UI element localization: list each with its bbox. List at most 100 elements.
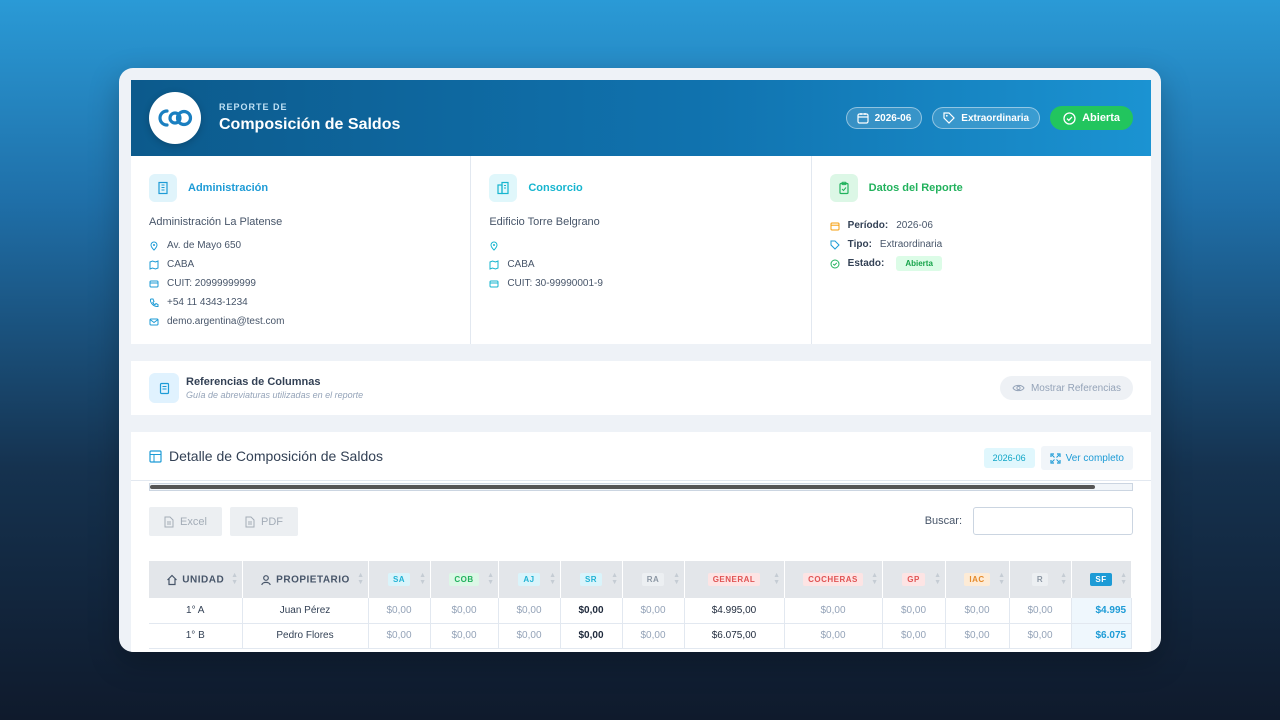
table-cell: 1° A: [149, 598, 243, 624]
excel-label: Excel: [180, 515, 207, 528]
table-cell: $0,00: [622, 598, 685, 624]
column-tag: SR: [579, 573, 603, 586]
column-header-propietario[interactable]: PROPIETARIO ▲ ▼: [242, 561, 369, 598]
scrollbar-thumb[interactable]: [150, 485, 1095, 489]
period-badge-label: 2026-06: [874, 112, 912, 124]
references-subtitle: Guía de abreviaturas utilizadas en el re…: [186, 390, 364, 400]
column-header-sa[interactable]: SA ▲ ▼: [368, 561, 431, 598]
admin-address: Av. de Mayo 650: [167, 240, 242, 251]
column-header-cob[interactable]: COB ▲ ▼: [430, 561, 499, 598]
column-header-cocheras[interactable]: COCHERAS ▲ ▼: [784, 561, 883, 598]
table-cell: $4.995,00: [684, 598, 785, 624]
table-row[interactable]: 1° A Juan Pérez $0,00 $0,00 $0,00 $0,00 $0,00 $…: [149, 598, 1132, 624]
table-cell: $0,00: [784, 623, 883, 649]
report-data-title: Datos del Reporte: [868, 182, 963, 194]
phone-icon: [149, 298, 159, 307]
table-cell: $0,00: [945, 623, 1010, 649]
period-label: Período:: [847, 220, 889, 231]
sort-icon: ▲ ▼: [611, 572, 619, 586]
consorcio-city: CABA: [507, 259, 535, 270]
tag-icon: [830, 240, 840, 250]
sort-icon: ▲ ▼: [773, 572, 781, 586]
table-cell: $4.995: [1071, 598, 1132, 624]
calendar-icon: [856, 113, 869, 124]
calendar-icon: [830, 222, 840, 230]
pdf-button[interactable]: PDF: [230, 507, 298, 536]
table-cell: $6.075: [1071, 623, 1132, 649]
table-cell: $0,00: [430, 598, 499, 624]
column-header-sf[interactable]: SF ▲ ▼: [1071, 561, 1132, 598]
map-icon: [489, 259, 499, 270]
table-cell: Juan Pérez: [242, 598, 369, 624]
column-header-unidad[interactable]: UNIDAD ▲ ▼: [149, 561, 243, 598]
detail-period-chip: 2026-06: [983, 448, 1035, 468]
table-cell: $6.075,00: [684, 623, 785, 649]
column-header-ra[interactable]: RA ▲ ▼: [622, 561, 685, 598]
table-cell: $0,00: [560, 598, 623, 624]
period-badge: 2026-06: [845, 107, 923, 129]
admin-name: Administración La Platense: [149, 216, 283, 228]
type-badge: Extraordinaria: [932, 107, 1041, 129]
column-tag: SF: [1090, 573, 1112, 586]
location-icon: [490, 241, 498, 251]
sort-icon: ▲ ▼: [1060, 572, 1068, 586]
consorcio-title: Consorcio: [528, 182, 583, 194]
column-header-general[interactable]: GENERAL ▲ ▼: [684, 561, 785, 598]
column-tag: COCHERAS: [803, 573, 863, 586]
consorcio-card: Consorcio Edificio Torre Belgrano CABA C…: [471, 156, 812, 344]
column-references-panel: Referencias de Columnas Guía de abreviat…: [131, 361, 1151, 415]
report-window: REPORTE DE Composición de Saldos 2026-06…: [119, 68, 1161, 652]
period-value: 2026-06: [896, 220, 933, 231]
type-value: Extraordinaria: [879, 239, 943, 250]
column-tag: COB: [449, 573, 479, 586]
table-row[interactable]: 1° B Pedro Flores $0,00 $0,00 $0,00 $0,00 $0,0…: [149, 623, 1132, 649]
type-badge-label: Extraordinaria: [961, 112, 1030, 124]
report-data-card: Datos del Reporte Período: 2026-06 Tipo: E…: [812, 156, 1151, 344]
id-card-icon: [489, 280, 499, 287]
header-subtitle: REPORTE DE: [219, 102, 288, 112]
table-cell: Pedro Flores: [242, 623, 369, 649]
admin-card: Administración Administración La Platens…: [131, 156, 472, 344]
column-tag: R: [1031, 573, 1049, 586]
column-header-gp[interactable]: GP ▲ ▼: [882, 561, 946, 598]
horizontal-scrollbar[interactable]: [149, 483, 1133, 491]
table-cell: $0,00: [430, 623, 499, 649]
admin-cuit: CUIT: 20999999999: [167, 278, 256, 289]
view-full-button[interactable]: Ver completo: [1040, 446, 1133, 470]
mail-icon: [149, 318, 159, 325]
column-tag: SA: [387, 573, 411, 586]
table-cell: $0,00: [560, 623, 623, 649]
info-panel: Administración Administración La Platens…: [131, 156, 1151, 344]
column-tag: GP: [902, 573, 925, 586]
column-header-aj[interactable]: AJ ▲ ▼: [498, 561, 561, 598]
table-icon: [149, 449, 162, 463]
table-cell: $0,00: [882, 623, 946, 649]
search-input[interactable]: [973, 507, 1133, 535]
expand-icon: [1050, 452, 1061, 464]
column-header-label: UNIDAD: [182, 574, 225, 586]
table-cell: $0,00: [368, 623, 431, 649]
table-cell: $0,00: [498, 623, 561, 649]
map-icon: [149, 259, 159, 270]
consorcio-cuit: CUIT: 30-99990001-9: [507, 278, 603, 289]
table-cell: $0,00: [368, 598, 431, 624]
column-tag: GENERAL: [707, 573, 761, 586]
column-header-sr[interactable]: SR ▲ ▼: [560, 561, 623, 598]
column-header-r[interactable]: R ▲ ▼: [1009, 561, 1072, 598]
table-cell: $0,00: [882, 598, 946, 624]
consorcio-name: Edificio Torre Belgrano: [489, 216, 600, 228]
admin-city: CABA: [167, 259, 195, 270]
building-icon: [149, 174, 177, 202]
status-label: Estado:: [847, 258, 885, 269]
show-references-label: Mostrar Referencias: [1030, 382, 1121, 394]
sort-icon: ▲ ▼: [998, 572, 1006, 586]
show-references-button[interactable]: Mostrar Referencias: [999, 376, 1133, 400]
status-badge-label: Abierta: [1082, 112, 1120, 124]
detail-panel: Detalle de Composición de Saldos 2026-06…: [131, 432, 1151, 652]
admin-email: demo.argentina@test.com: [167, 316, 285, 327]
file-icon: [164, 516, 174, 527]
column-header-iac[interactable]: IAC ▲ ▼: [945, 561, 1010, 598]
excel-button[interactable]: Excel: [149, 507, 222, 536]
column-tag: AJ: [518, 573, 540, 586]
buildings-icon: [489, 174, 518, 202]
